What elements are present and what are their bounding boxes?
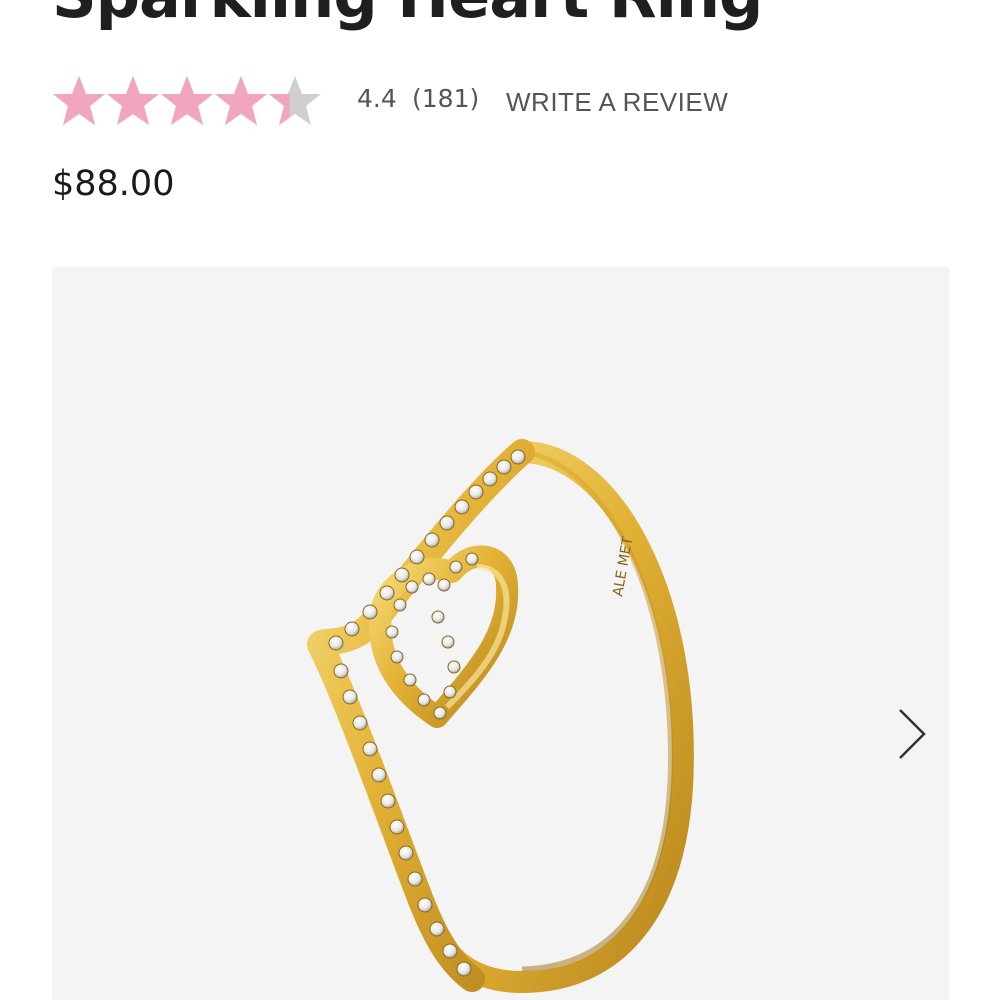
star-icon	[107, 76, 159, 125]
star-icon	[215, 76, 267, 125]
rating-row: 4.4 (181) WRITE A REVIEW	[52, 70, 812, 130]
ring-photo: ALE MET	[307, 439, 694, 994]
write-review-link[interactable]: WRITE A REVIEW	[506, 87, 728, 118]
chevron-right-icon[interactable]	[890, 704, 930, 764]
star-rating[interactable]	[52, 74, 322, 128]
rating-value: 4.4	[357, 84, 397, 113]
ring-engraving: ALE MET	[610, 535, 636, 597]
product-price: $88.00	[52, 164, 175, 204]
product-image-gallery[interactable]: ALE MET	[52, 267, 949, 1000]
product-title: Sparkling Heart Ring	[52, 0, 763, 30]
star-icon	[53, 76, 105, 125]
star-icon	[269, 76, 321, 125]
star-icon	[161, 76, 213, 125]
review-count[interactable]: (181)	[412, 84, 479, 113]
